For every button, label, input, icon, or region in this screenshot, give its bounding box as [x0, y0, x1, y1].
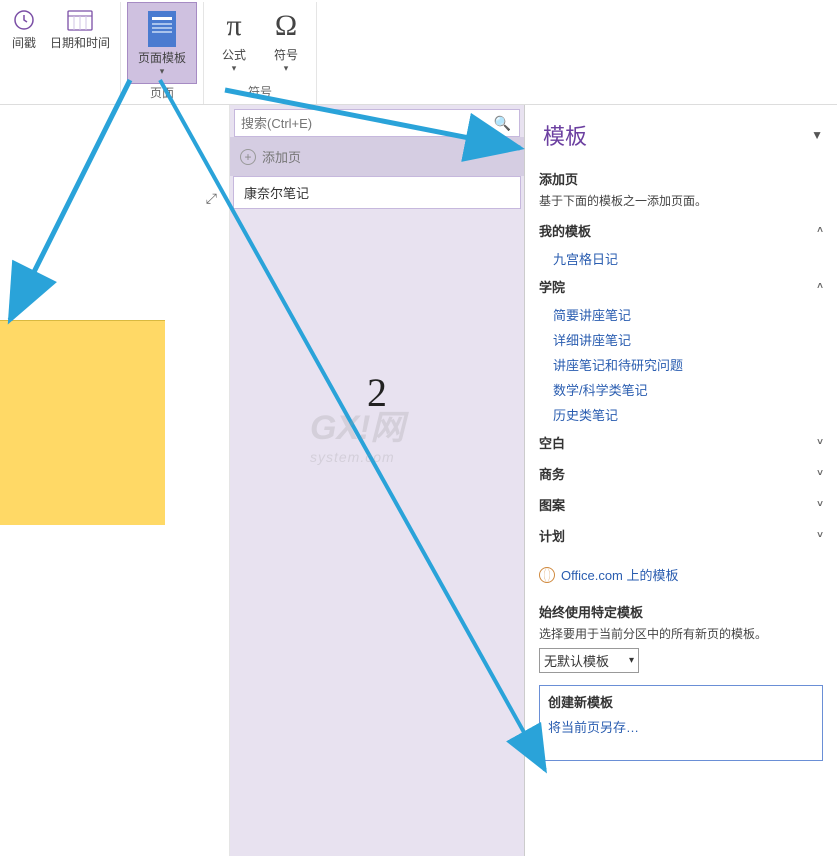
add-page-label: 添加页 [262, 147, 301, 166]
pi-icon: π [214, 6, 254, 46]
formula-label: 公式 [222, 46, 246, 63]
page-list-item[interactable]: 康奈尔笔记 [233, 176, 521, 209]
category-label: 计划 [539, 526, 565, 545]
category-plan[interactable]: 计划 ˅ [539, 520, 823, 551]
panel-title-row: 模板 ▼ [539, 113, 823, 161]
group-page-label: 页面 [150, 84, 174, 105]
symbol-label: 符号 [274, 46, 298, 63]
chevron-down-icon: ˅ [817, 468, 823, 479]
search-box[interactable]: 🔍 [234, 109, 520, 137]
chevron-down-icon: ▾ [160, 66, 165, 77]
category-label: 商务 [539, 464, 565, 483]
chevron-down-icon: ˅ [817, 437, 823, 448]
main-area: ⤢ 🔍 + 添加页 康奈尔笔记 2 模板 ▼ 添加页 基于下面的模板之一添加页面… [0, 105, 837, 856]
section-always-template: 始终使用特定模板 [539, 602, 823, 621]
chevron-up-icon: ˄ [817, 281, 823, 292]
search-input[interactable] [235, 116, 486, 131]
template-item[interactable]: 讲座笔记和待研究问题 [539, 352, 823, 377]
office-templates-link[interactable]: Office.com 上的模板 [539, 551, 823, 594]
ribbon-group-symbol: π 公式 ▾ Ω 符号 ▾ 符号 [204, 2, 317, 104]
globe-icon [539, 567, 555, 583]
category-pattern[interactable]: 图案 ˅ [539, 489, 823, 520]
category-label: 空白 [539, 433, 565, 452]
select-value: 无默认模板 [544, 651, 609, 670]
chevron-down-icon: ˅ [817, 530, 823, 541]
category-label: 学院 [539, 277, 565, 296]
pages-empty-area: 2 [230, 209, 524, 856]
create-template-heading: 创建新模板 [548, 692, 814, 711]
category-my-templates[interactable]: 我的模板 ˄ [539, 215, 823, 246]
add-page-description: 基于下面的模板之一添加页面。 [539, 192, 823, 209]
save-current-page-link[interactable]: 将当前页另存… [548, 720, 639, 735]
page-template-icon [142, 9, 182, 49]
annotation-number: 2 [367, 369, 387, 416]
pages-panel: 🔍 + 添加页 康奈尔笔记 2 [230, 105, 525, 856]
chevron-up-icon: ˄ [817, 225, 823, 236]
category-college[interactable]: 学院 ˄ [539, 271, 823, 302]
always-template-description: 选择要用于当前分区中的所有新页的模板。 [539, 625, 823, 642]
datetime-button[interactable]: 日期和时间 [46, 2, 114, 55]
add-page-button[interactable]: + 添加页 [230, 137, 524, 176]
chevron-down-icon: ▾ [232, 63, 237, 74]
timestamp-label: 间戳 [12, 34, 36, 51]
default-template-select[interactable]: 无默认模板 ▾ [539, 648, 639, 673]
page-template-label: 页面模板 [138, 49, 186, 66]
calendar-icon [66, 6, 94, 34]
plus-icon: + [240, 149, 256, 165]
page-template-button[interactable]: 页面模板 ▾ [127, 2, 197, 84]
template-panel: 模板 ▼ 添加页 基于下面的模板之一添加页面。 我的模板 ˄ 九宫格日记 学院 … [525, 105, 837, 856]
section-add-page: 添加页 [539, 169, 823, 188]
category-blank[interactable]: 空白 ˅ [539, 427, 823, 458]
panel-title: 模板 [543, 119, 587, 151]
datetime-label: 日期和时间 [50, 34, 110, 51]
fullscreen-icon[interactable]: ⤢ [206, 190, 217, 207]
ribbon-group-label [58, 86, 61, 104]
formula-button[interactable]: π 公式 ▾ [210, 2, 258, 78]
office-link-label: Office.com 上的模板 [561, 565, 679, 584]
group-symbol-label: 符号 [248, 83, 272, 104]
timestamp-button[interactable]: 间戳 [6, 2, 42, 55]
create-template-box: 创建新模板 将当前页另存… [539, 685, 823, 761]
yellow-note-block[interactable] [0, 320, 165, 525]
omega-icon: Ω [266, 6, 306, 46]
note-canvas[interactable]: ⤢ [0, 105, 230, 856]
chevron-down-icon: ▾ [629, 655, 634, 666]
category-label: 图案 [539, 495, 565, 514]
template-item[interactable]: 详细讲座笔记 [539, 327, 823, 352]
symbol-button[interactable]: Ω 符号 ▾ [262, 2, 310, 78]
category-business[interactable]: 商务 ˅ [539, 458, 823, 489]
template-item[interactable]: 九宫格日记 [539, 246, 823, 271]
template-item[interactable]: 数学/科学类笔记 [539, 377, 823, 402]
chevron-down-icon: ▾ [284, 63, 289, 74]
category-label: 我的模板 [539, 221, 591, 240]
template-item[interactable]: 简要讲座笔记 [539, 302, 823, 327]
ribbon-group-timestamp: 间戳 日期和时间 [0, 2, 121, 104]
ribbon: 间戳 日期和时间 页面模板 ▾ 页面 π 公式 ▾ [0, 0, 837, 105]
ribbon-group-page: 页面模板 ▾ 页面 [121, 2, 204, 104]
panel-menu-caret-icon[interactable]: ▼ [811, 128, 823, 142]
chevron-down-icon: ˅ [817, 499, 823, 510]
clock-icon [10, 6, 38, 34]
search-icon[interactable]: 🔍 [486, 115, 519, 132]
template-item[interactable]: 历史类笔记 [539, 402, 823, 427]
